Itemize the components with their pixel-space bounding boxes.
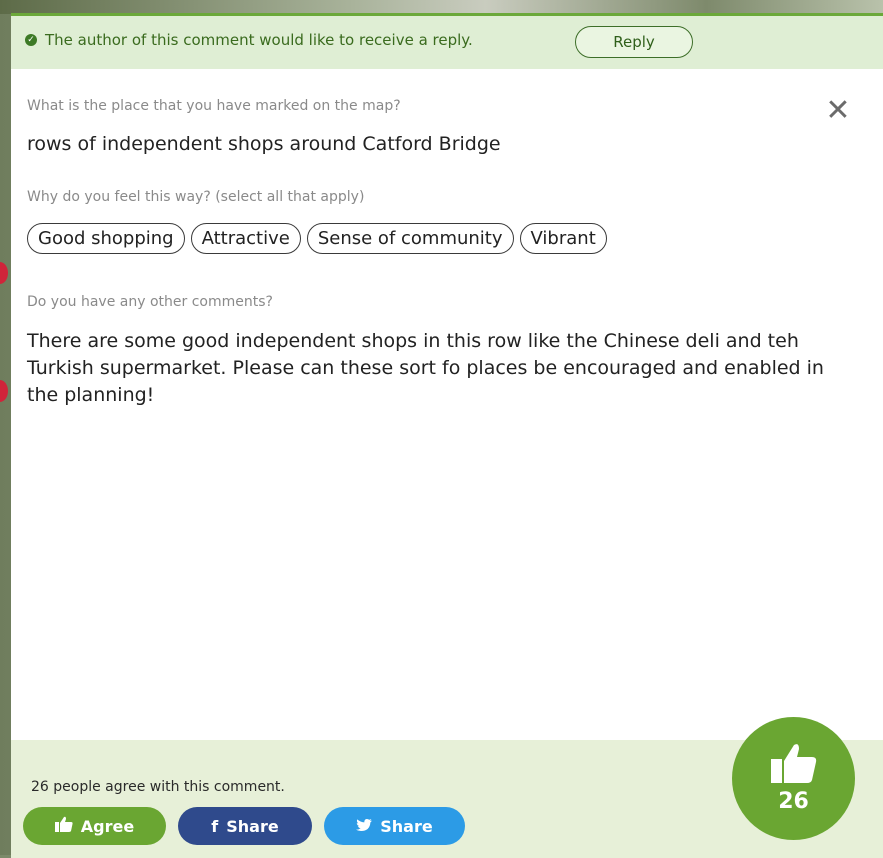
agree-count-text: 26 people agree with this comment. xyxy=(31,779,285,795)
facebook-share-button[interactable]: f Share xyxy=(178,807,312,845)
reply-request-text: The author of this comment would like to… xyxy=(45,31,473,49)
twitter-icon xyxy=(356,817,373,836)
tag-attractive: Attractive xyxy=(190,223,301,254)
place-answer: rows of independent shops around Catford… xyxy=(27,133,501,155)
thumbs-up-icon xyxy=(54,816,73,836)
twitter-share-button[interactable]: Share xyxy=(324,807,465,845)
reply-request-bar: ✓ The author of this comment would like … xyxy=(11,16,883,69)
reason-tags: Good shopping Attractive Sense of commun… xyxy=(27,223,607,254)
reply-request-message: ✓ The author of this comment would like … xyxy=(25,31,473,49)
comment-text: There are some good independent shops in… xyxy=(27,330,824,406)
map-strip xyxy=(0,0,883,14)
tag-vibrant: Vibrant xyxy=(519,223,607,254)
agree-button-label: Agree xyxy=(80,816,135,836)
comment-panel: ✓ The author of this comment would like … xyxy=(11,13,883,858)
tag-sense-of-community: Sense of community xyxy=(306,223,514,254)
like-count: 26 xyxy=(778,789,809,814)
why-question-label: Why do you feel this way? (select all th… xyxy=(27,189,365,205)
tag-good-shopping: Good shopping xyxy=(27,223,185,254)
facebook-icon: f xyxy=(211,816,219,836)
check-circle-icon: ✓ xyxy=(25,34,37,46)
reply-button[interactable]: Reply xyxy=(575,26,693,58)
twitter-share-label: Share xyxy=(380,816,433,836)
place-question-label: What is the place that you have marked o… xyxy=(27,98,401,114)
close-icon[interactable]: ✕ xyxy=(825,96,851,126)
like-badge[interactable]: 26 xyxy=(732,717,855,840)
thumbs-up-icon xyxy=(770,743,817,787)
facebook-share-label: Share xyxy=(226,816,279,836)
comments-question-label: Do you have any other comments? xyxy=(27,294,273,310)
agree-button[interactable]: Agree xyxy=(23,807,166,845)
